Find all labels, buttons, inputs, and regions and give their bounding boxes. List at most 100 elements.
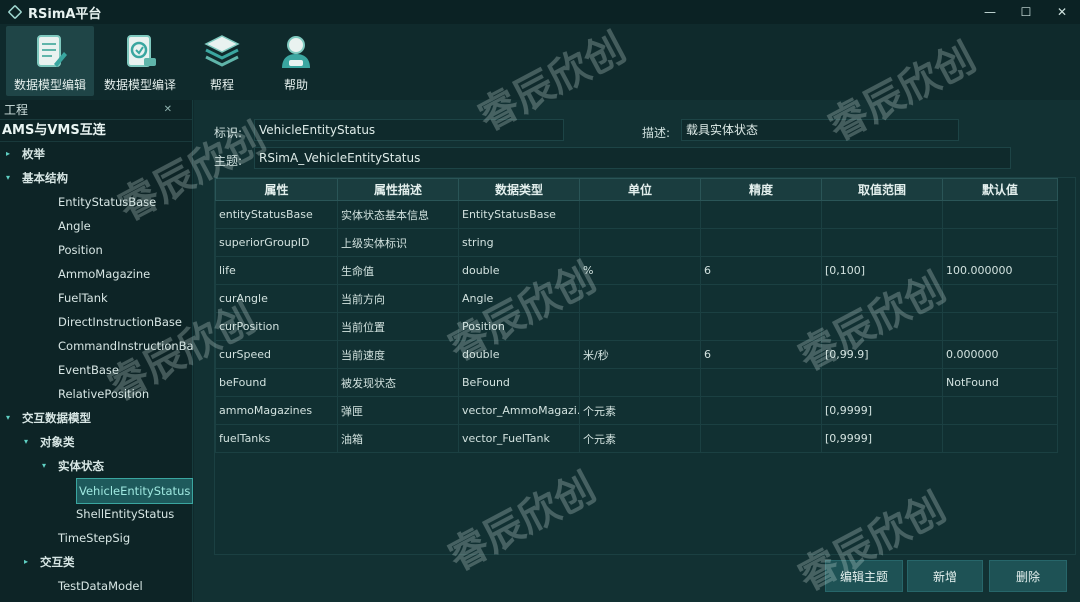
table-cell[interactable]: curAngle: [215, 284, 338, 313]
table-cell[interactable]: 个元素: [579, 424, 701, 453]
close-button[interactable]: ✕: [1044, 0, 1080, 24]
tree-item[interactable]: RelativePosition: [0, 382, 192, 406]
table-cell[interactable]: [821, 200, 943, 229]
table-row[interactable]: curSpeed 当前速度 double 米/秒 6 [0,99.9] 0.000000: [215, 340, 1058, 369]
column-header[interactable]: 属性: [215, 178, 338, 201]
table-cell[interactable]: [942, 312, 1058, 341]
table-cell[interactable]: beFound: [215, 368, 338, 397]
table-cell[interactable]: [700, 200, 822, 229]
table-cell[interactable]: 当前方向: [337, 284, 459, 313]
table-cell[interactable]: [942, 200, 1058, 229]
table-cell[interactable]: Position: [458, 312, 580, 341]
tree-item[interactable]: EventBase: [0, 358, 192, 382]
table-cell[interactable]: vector_AmmoMagazi...: [458, 396, 580, 425]
table-cell[interactable]: [942, 424, 1058, 453]
column-header[interactable]: 数据类型: [458, 178, 580, 201]
table-cell[interactable]: [579, 312, 701, 341]
table-cell[interactable]: [821, 368, 943, 397]
tree-item[interactable]: ▾ 基本结构: [0, 166, 192, 190]
table-cell[interactable]: curSpeed: [215, 340, 338, 369]
minimize-button[interactable]: —: [972, 0, 1008, 24]
identifier-input[interactable]: VehicleEntityStatus: [254, 119, 564, 141]
table-cell[interactable]: [942, 396, 1058, 425]
table-cell[interactable]: 生命值: [337, 256, 459, 285]
table-cell[interactable]: 油箱: [337, 424, 459, 453]
panel-close-icon[interactable]: ✕: [164, 100, 172, 120]
table-cell[interactable]: [700, 424, 822, 453]
table-cell[interactable]: [0,100]: [821, 256, 943, 285]
tree-item[interactable]: FuelTank: [0, 286, 192, 310]
table-cell[interactable]: ammoMagazines: [215, 396, 338, 425]
table-cell[interactable]: 6: [700, 256, 822, 285]
table-row[interactable]: curPosition 当前位置 Position: [215, 312, 1058, 341]
data-model-compile-button[interactable]: 数据模型编译: [96, 26, 184, 96]
table-cell[interactable]: EntityStatusBase: [458, 200, 580, 229]
project-name[interactable]: AMS与VMS互连: [0, 120, 192, 142]
help-button[interactable]: 帮助: [260, 26, 332, 96]
tree-item[interactable]: ▸ 交互类: [0, 550, 192, 574]
tree-item[interactable]: Position: [0, 238, 192, 262]
tree-item[interactable]: ▾ 对象类: [0, 430, 192, 454]
table-cell[interactable]: Angle: [458, 284, 580, 313]
tree-item[interactable]: TimeStepSig: [0, 526, 192, 550]
collapse-arrow-icon[interactable]: ▸: [24, 550, 28, 574]
table-cell[interactable]: [821, 228, 943, 257]
tree-item[interactable]: VehicleEntityStatus: [0, 478, 194, 504]
table-cell[interactable]: %: [579, 256, 701, 285]
table-cell[interactable]: curPosition: [215, 312, 338, 341]
table-cell[interactable]: [821, 284, 943, 313]
table-cell[interactable]: 0.000000: [942, 340, 1058, 369]
table-cell[interactable]: double: [458, 256, 580, 285]
table-cell[interactable]: [821, 312, 943, 341]
column-header[interactable]: 取值范围: [821, 178, 943, 201]
table-cell[interactable]: 米/秒: [579, 340, 701, 369]
deploy-button[interactable]: 帮程: [186, 26, 258, 96]
table-cell[interactable]: double: [458, 340, 580, 369]
table-cell[interactable]: [700, 396, 822, 425]
expand-arrow-icon[interactable]: ▾: [6, 166, 10, 190]
tree-item[interactable]: Angle: [0, 214, 192, 238]
table-row[interactable]: ammoMagazines 弹匣 vector_AmmoMagazi... 个元素 [0…: [215, 396, 1058, 425]
column-header[interactable]: 精度: [700, 178, 822, 201]
table-row[interactable]: fuelTanks 油箱 vector_FuelTank 个元素 [0,9999]: [215, 424, 1058, 453]
column-header[interactable]: 单位: [579, 178, 701, 201]
tree-item[interactable]: TestDataModel: [0, 574, 192, 598]
collapse-arrow-icon[interactable]: ▸: [6, 142, 10, 166]
table-cell[interactable]: 上级实体标识: [337, 228, 459, 257]
table-row[interactable]: entityStatusBase 实体状态基本信息 EntityStatusBase: [215, 200, 1058, 229]
table-cell[interactable]: 100.000000: [942, 256, 1058, 285]
tree-item[interactable]: CommandInstructionBase: [0, 334, 207, 358]
table-cell[interactable]: BeFound: [458, 368, 580, 397]
table-cell[interactable]: [0,9999]: [821, 396, 943, 425]
tree-item[interactable]: ▾ 交互数据模型: [0, 406, 192, 430]
table-cell[interactable]: superiorGroupID: [215, 228, 338, 257]
table-cell[interactable]: 当前位置: [337, 312, 459, 341]
table-cell[interactable]: [700, 368, 822, 397]
table-cell[interactable]: [700, 284, 822, 313]
table-cell[interactable]: entityStatusBase: [215, 200, 338, 229]
table-cell[interactable]: [700, 312, 822, 341]
table-cell[interactable]: [579, 284, 701, 313]
table-cell[interactable]: fuelTanks: [215, 424, 338, 453]
table-cell[interactable]: 弹匣: [337, 396, 459, 425]
expand-arrow-icon[interactable]: ▾: [6, 406, 10, 430]
table-row[interactable]: curAngle 当前方向 Angle: [215, 284, 1058, 313]
table-cell[interactable]: 被发现状态: [337, 368, 459, 397]
column-header[interactable]: 属性描述: [337, 178, 459, 201]
table-row[interactable]: life 生命值 double% 6 [0,100] 100.000000: [215, 256, 1058, 285]
tree-item[interactable]: ▸ 枚举: [0, 142, 192, 166]
data-model-edit-button[interactable]: 数据模型编辑: [6, 26, 94, 96]
tree-item[interactable]: ▾ 实体状态: [0, 454, 192, 478]
table-cell[interactable]: [579, 200, 701, 229]
table-cell[interactable]: [0,9999]: [821, 424, 943, 453]
table-cell[interactable]: string: [458, 228, 580, 257]
tree-item[interactable]: ShellEntityStatus: [0, 502, 192, 526]
maximize-button[interactable]: ☐: [1008, 0, 1044, 24]
description-input[interactable]: 载具实体状态: [681, 119, 959, 141]
table-cell[interactable]: 6: [700, 340, 822, 369]
table-cell[interactable]: [942, 284, 1058, 313]
table-cell[interactable]: 当前速度: [337, 340, 459, 369]
table-cell[interactable]: [579, 228, 701, 257]
table-cell[interactable]: 实体状态基本信息: [337, 200, 459, 229]
table-cell[interactable]: life: [215, 256, 338, 285]
